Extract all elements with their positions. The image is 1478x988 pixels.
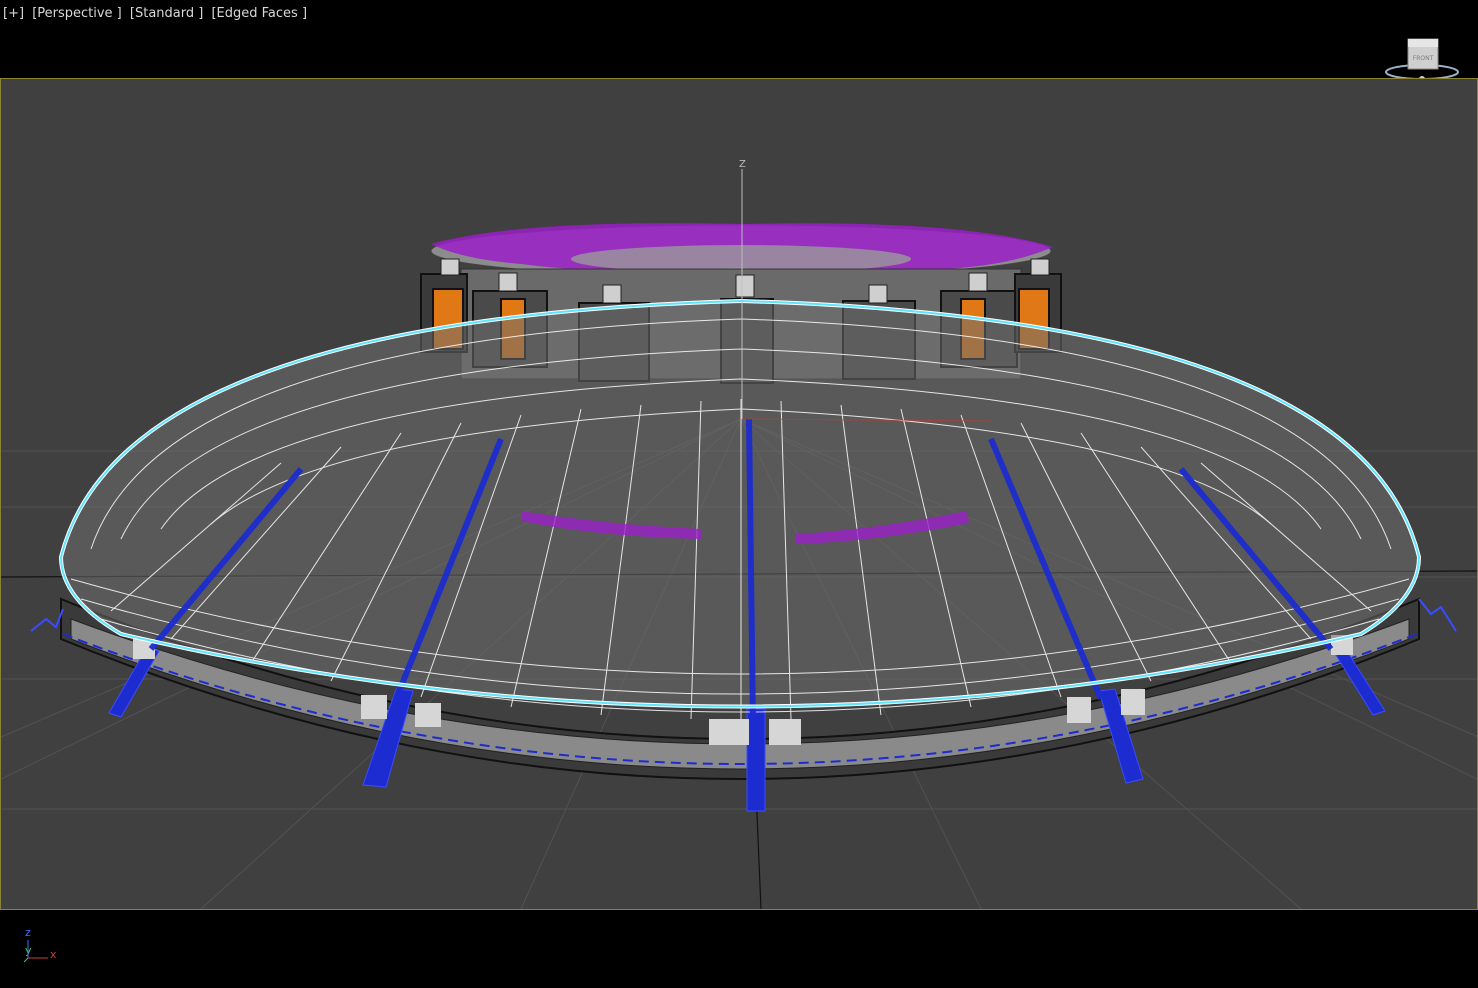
dome-wireframe[interactable] bbox=[58, 298, 1422, 725]
gizmo-z-label: Z bbox=[739, 159, 746, 170]
scene-canvas[interactable]: Z bbox=[1, 79, 1477, 909]
viewport-pov-menu[interactable]: [Perspective ] bbox=[32, 6, 122, 21]
perspective-viewport[interactable]: Z bbox=[0, 78, 1478, 910]
axis-tripod-icon bbox=[23, 940, 48, 963]
axis-tripod: z y x bbox=[18, 926, 68, 970]
viewport-label-bar: [+] [Perspective ] [Standard ] [Edged Fa… bbox=[3, 6, 311, 24]
viewport-display-menu[interactable]: [Edged Faces ] bbox=[211, 6, 307, 21]
viewcube-face-label: FRONT bbox=[1413, 55, 1434, 62]
viewport-shading-menu[interactable]: [Standard ] bbox=[130, 6, 203, 21]
viewport-plus-menu[interactable]: [+] bbox=[3, 6, 24, 21]
